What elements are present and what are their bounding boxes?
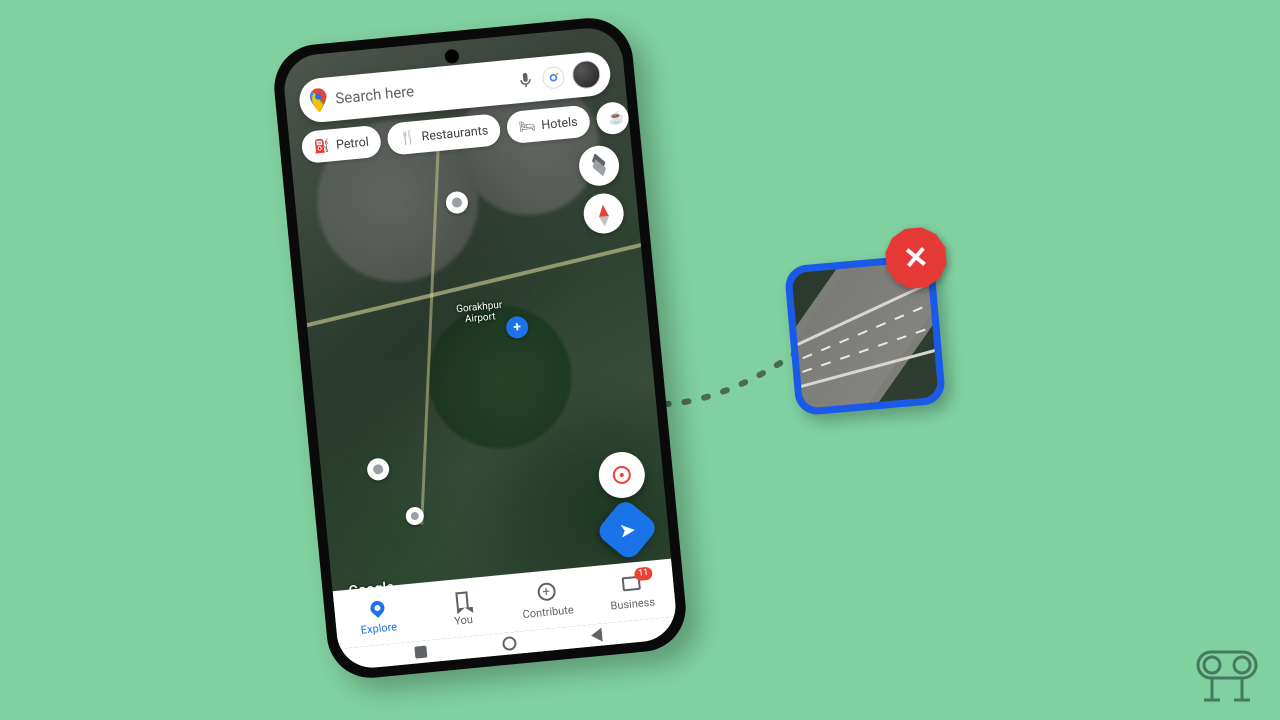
layers-icon [589, 156, 609, 176]
contribute-icon: + [534, 580, 558, 604]
microphone-icon[interactable] [516, 71, 536, 91]
petrol-icon: ⛽ [313, 138, 331, 154]
chip-label: Hotels [541, 114, 579, 132]
search-placeholder: Search here [335, 73, 510, 108]
profile-avatar[interactable] [571, 59, 602, 90]
chip-more[interactable]: ☕ [595, 101, 630, 136]
phone-screen: Search here ⛽ Petrol 🍴 Restaurants 🛏 Hot… [281, 25, 678, 671]
nav-label: Contribute [522, 603, 574, 621]
nav-you[interactable]: You [417, 575, 507, 641]
directions-icon: ➤ [618, 517, 637, 542]
chip-label: Restaurants [421, 123, 489, 144]
notification-badge: 11 [634, 567, 653, 582]
compass-icon [598, 204, 609, 217]
hotel-icon: 🛏 [518, 118, 536, 135]
nav-label: You [454, 613, 474, 628]
nav-explore[interactable]: Explore [333, 583, 423, 649]
airport-label: Gorakhpur Airport [456, 300, 504, 326]
google-maps-logo-icon [308, 88, 328, 114]
explore-icon [365, 596, 389, 620]
android-back-icon[interactable] [591, 628, 603, 643]
restaurant-icon: 🍴 [399, 130, 417, 146]
nav-business[interactable]: 11 Business [586, 559, 676, 625]
nav-contribute[interactable]: + Contribute [502, 567, 592, 633]
remove-badge[interactable]: ✕ [883, 225, 948, 290]
target-icon [612, 465, 632, 485]
more-icon: ☕ [608, 110, 626, 126]
nav-label: Explore [360, 620, 397, 636]
site-watermark-icon [1192, 650, 1262, 706]
phone-mockup: Search here ⛽ Petrol 🍴 Restaurants 🛏 Hot… [270, 14, 689, 682]
android-recents-icon[interactable] [414, 646, 427, 659]
close-icon: ✕ [883, 225, 948, 290]
android-home-icon[interactable] [501, 636, 516, 651]
nav-label: Business [610, 595, 656, 612]
you-icon [450, 588, 474, 612]
chip-label: Petrol [335, 134, 369, 152]
lens-icon[interactable] [541, 66, 565, 90]
